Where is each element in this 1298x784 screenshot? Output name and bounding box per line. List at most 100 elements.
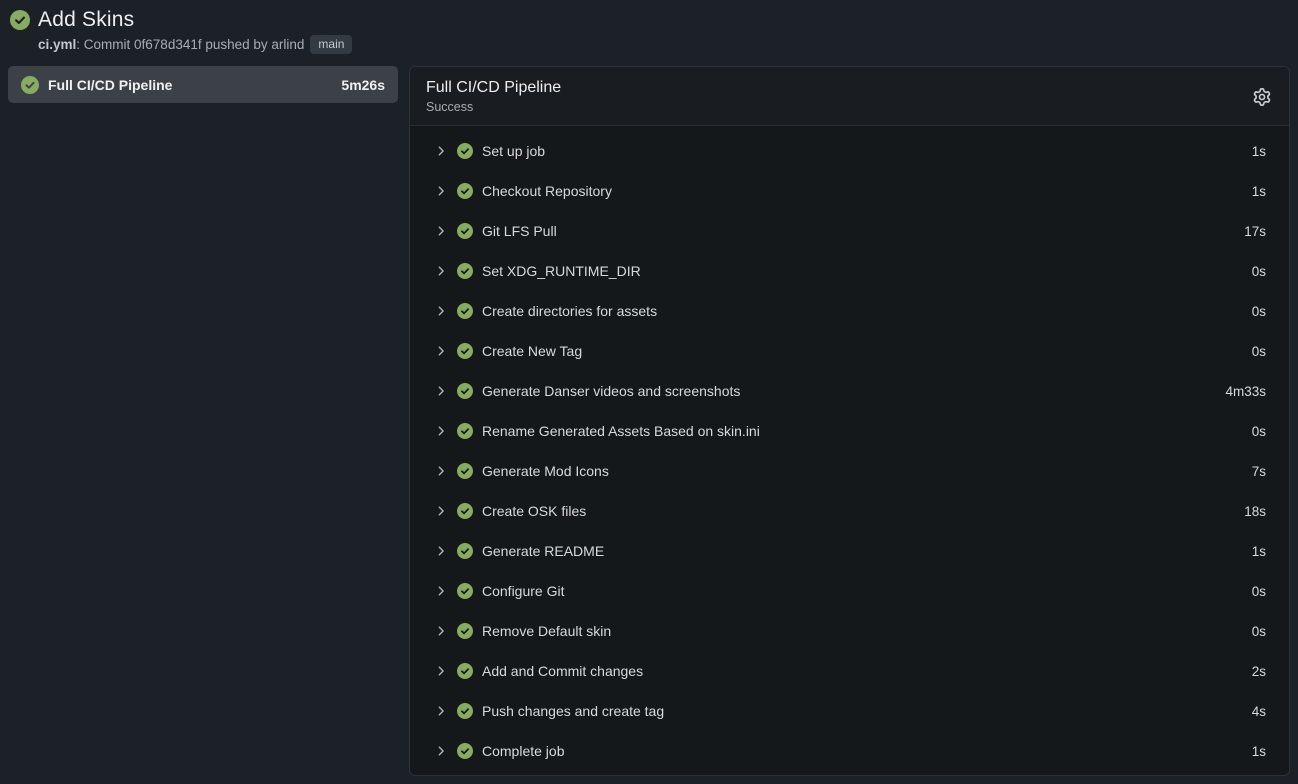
step-row[interactable]: Configure Git 0s (434, 571, 1266, 611)
step-row[interactable]: Generate README 1s (434, 531, 1266, 571)
step-duration: 0s (1252, 304, 1266, 319)
check-circle-icon (457, 503, 473, 519)
step-name: Add and Commit changes (482, 663, 1243, 679)
check-circle-icon (457, 343, 473, 359)
check-circle-icon (457, 623, 473, 639)
commit-info-text: : Commit 0f678d341f pushed by arlind (76, 37, 304, 52)
step-duration: 1s (1252, 144, 1266, 159)
step-row[interactable]: Generate Mod Icons 7s (434, 451, 1266, 491)
step-duration: 7s (1252, 464, 1266, 479)
step-name: Complete job (482, 743, 1243, 759)
page-title: Add Skins (38, 8, 352, 32)
step-row[interactable]: Generate Danser videos and screenshots 4… (434, 371, 1266, 411)
step-name: Configure Git (482, 583, 1243, 599)
branch-badge[interactable]: main (310, 35, 352, 54)
chevron-right-icon (434, 624, 448, 638)
step-row[interactable]: Rename Generated Assets Based on skin.in… (434, 411, 1266, 451)
step-duration: 0s (1252, 584, 1266, 599)
job-status-text: Success (426, 100, 1251, 115)
chevron-right-icon (434, 504, 448, 518)
chevron-right-icon (434, 584, 448, 598)
chevron-right-icon (434, 704, 448, 718)
chevron-right-icon (434, 664, 448, 678)
step-duration: 1s (1252, 744, 1266, 759)
step-duration: 4s (1252, 704, 1266, 719)
chevron-right-icon (434, 384, 448, 398)
step-name: Remove Default skin (482, 623, 1243, 639)
step-row[interactable]: Create OSK files 18s (434, 491, 1266, 531)
step-row[interactable]: Create New Tag 0s (434, 331, 1266, 371)
step-duration: 4m33s (1225, 384, 1266, 399)
check-circle-icon (457, 303, 473, 319)
step-duration: 0s (1252, 344, 1266, 359)
step-row[interactable]: Push changes and create tag 4s (434, 691, 1266, 731)
step-name: Create New Tag (482, 343, 1243, 359)
chevron-right-icon (434, 304, 448, 318)
step-duration: 2s (1252, 664, 1266, 679)
step-duration: 0s (1252, 424, 1266, 439)
check-circle-icon (457, 263, 473, 279)
step-duration: 0s (1252, 624, 1266, 639)
check-circle-icon (457, 383, 473, 399)
check-circle-icon (457, 223, 473, 239)
check-circle-icon (457, 463, 473, 479)
chevron-right-icon (434, 264, 448, 278)
check-circle-icon (457, 183, 473, 199)
step-duration: 0s (1252, 264, 1266, 279)
check-circle-icon (21, 76, 39, 94)
chevron-right-icon (434, 744, 448, 758)
job-name: Full CI/CD Pipeline (48, 77, 332, 93)
chevron-right-icon (434, 464, 448, 478)
sidebar-job-full-ci-cd-pipeline[interactable]: Full CI/CD Pipeline 5m26s (8, 66, 398, 103)
step-name: Push changes and create tag (482, 703, 1243, 719)
step-name: Checkout Repository (482, 183, 1243, 199)
step-row[interactable]: Complete job 1s (434, 731, 1266, 771)
check-circle-icon (457, 743, 473, 759)
panel-job-title: Full CI/CD Pipeline (426, 78, 1251, 97)
step-duration: 17s (1244, 224, 1266, 239)
check-circle-icon (457, 583, 473, 599)
check-circle-icon (457, 703, 473, 719)
steps-list: Set up job 1s Checkout Repository 1s (410, 126, 1289, 775)
step-name: Git LFS Pull (482, 223, 1235, 239)
step-name: Create OSK files (482, 503, 1235, 519)
check-circle-icon (457, 543, 473, 559)
chevron-right-icon (434, 184, 448, 198)
step-row[interactable]: Add and Commit changes 2s (434, 651, 1266, 691)
step-duration: 18s (1244, 504, 1266, 519)
step-duration: 1s (1252, 544, 1266, 559)
step-name: Create directories for assets (482, 303, 1243, 319)
job-detail-panel: Full CI/CD Pipeline Success (409, 66, 1290, 776)
step-row[interactable]: Git LFS Pull 17s (434, 211, 1266, 251)
jobs-sidebar: Full CI/CD Pipeline 5m26s (8, 66, 398, 103)
step-row[interactable]: Checkout Repository 1s (434, 171, 1266, 211)
job-duration: 5m26s (341, 77, 385, 93)
check-circle-icon (457, 143, 473, 159)
chevron-right-icon (434, 224, 448, 238)
step-duration: 1s (1252, 184, 1266, 199)
chevron-right-icon (434, 344, 448, 358)
check-circle-icon (457, 663, 473, 679)
step-name: Generate Danser videos and screenshots (482, 383, 1216, 399)
step-row[interactable]: Set up job 1s (434, 131, 1266, 171)
step-row[interactable]: Remove Default skin 0s (434, 611, 1266, 651)
chevron-right-icon (434, 544, 448, 558)
step-row[interactable]: Set XDG_RUNTIME_DIR 0s (434, 251, 1266, 291)
chevron-right-icon (434, 424, 448, 438)
workflow-file-label: ci.yml (38, 37, 76, 52)
run-subtitle: ci.yml: Commit 0f678d341f pushed by arli… (38, 35, 352, 54)
gear-icon (1253, 88, 1271, 106)
step-name: Generate README (482, 543, 1243, 559)
check-circle-icon (457, 423, 473, 439)
chevron-right-icon (434, 144, 448, 158)
run-header: Add Skins ci.yml: Commit 0f678d341f push… (0, 0, 1298, 60)
step-name: Rename Generated Assets Based on skin.in… (482, 423, 1243, 439)
check-circle-icon (10, 10, 30, 30)
step-row[interactable]: Create directories for assets 0s (434, 291, 1266, 331)
step-name: Generate Mod Icons (482, 463, 1243, 479)
panel-header: Full CI/CD Pipeline Success (410, 67, 1289, 126)
step-name: Set XDG_RUNTIME_DIR (482, 263, 1243, 279)
run-layout: Full CI/CD Pipeline 5m26s Full CI/CD Pip… (0, 60, 1298, 776)
job-settings-button[interactable] (1251, 86, 1273, 108)
step-name: Set up job (482, 143, 1243, 159)
